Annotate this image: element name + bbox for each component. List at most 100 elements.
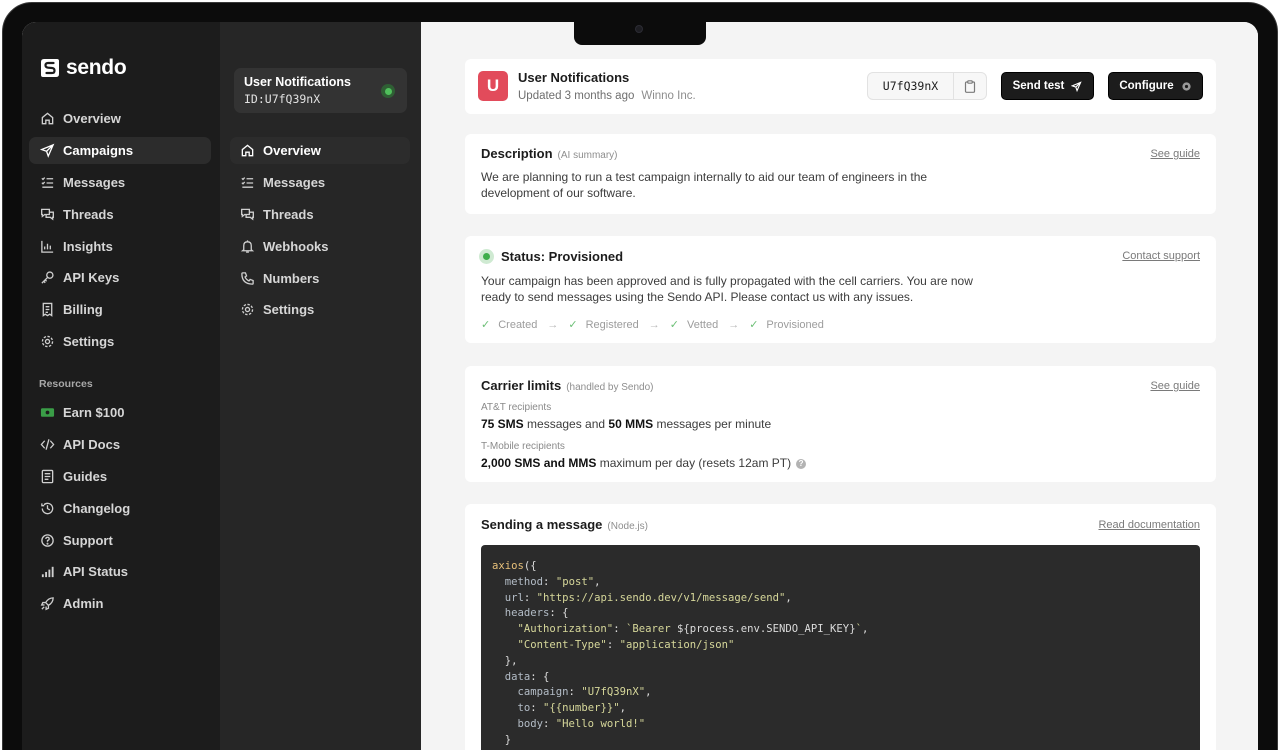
att-mms: 50 MMS xyxy=(608,417,654,431)
nav-threads[interactable]: Threads xyxy=(29,201,211,228)
code-token: axios xyxy=(492,560,524,572)
gear-icon xyxy=(1182,81,1191,91)
arrow-right-icon: → xyxy=(648,318,660,331)
step-registered: Registered xyxy=(585,318,639,331)
code-token: ({ xyxy=(523,560,537,572)
code-token: headers xyxy=(504,607,550,620)
configure-button[interactable]: Configure xyxy=(1108,72,1203,100)
resources-heading: Resources xyxy=(39,378,93,390)
ai-summary-tag: (AI summary) xyxy=(557,150,618,161)
step-vetted: Vetted xyxy=(687,318,719,331)
campaign-nav-messages[interactable]: Messages xyxy=(230,169,410,196)
nav-label: API Status xyxy=(63,564,129,580)
nav-label: Settings xyxy=(63,334,115,350)
main-content: U User Notifications Updated 3 months ag… xyxy=(421,22,1258,750)
copy-button[interactable] xyxy=(954,73,986,99)
nav-label: Billing xyxy=(63,302,103,318)
code-token: "application/json" xyxy=(619,638,735,651)
nav-admin[interactable]: Admin xyxy=(29,590,211,617)
read-documentation-link[interactable]: Read documentation xyxy=(1098,519,1200,531)
sendo-logo-icon xyxy=(41,59,59,77)
configure-label: Configure xyxy=(1119,80,1174,92)
signal-icon xyxy=(41,567,54,578)
nav-settings[interactable]: Settings xyxy=(29,328,211,355)
att-mid: messages and xyxy=(527,417,606,431)
description-line: We are planning to run a test campaign i… xyxy=(481,170,928,184)
nav-label: API Docs xyxy=(63,436,121,452)
home-icon xyxy=(241,144,254,157)
nav-label: Messages xyxy=(263,174,326,190)
camera-notch xyxy=(574,22,706,45)
att-limits: 75 SMS messages and 50 MMS messages per … xyxy=(481,417,771,431)
check-icon: ✓ xyxy=(669,319,679,331)
nav-support[interactable]: Support xyxy=(29,527,211,554)
contact-support-link[interactable]: Contact support xyxy=(1122,250,1200,262)
code-token: body xyxy=(517,717,544,730)
campaign-switcher[interactable]: User Notifications ID:U7fQ39nX xyxy=(234,68,407,113)
nav-label: Threads xyxy=(63,206,114,222)
description-line: development of our software. xyxy=(481,185,636,200)
help-icon[interactable]: ? xyxy=(796,458,807,469)
code-token: method xyxy=(504,575,544,588)
campaign-avatar: U xyxy=(478,71,508,101)
nav-label: Webhooks xyxy=(263,238,329,254)
nav-changelog[interactable]: Changelog xyxy=(29,495,211,522)
nav-label: API Keys xyxy=(63,270,120,286)
campaign-id-value[interactable]: U7fQ39nX xyxy=(868,73,954,99)
nav-billing[interactable]: Billing xyxy=(29,296,211,323)
nav-campaigns[interactable]: Campaigns xyxy=(29,136,211,164)
nav-api-status[interactable]: API Status xyxy=(29,558,211,585)
nav-guides[interactable]: Guides xyxy=(29,463,211,490)
campaign-nav-webhooks[interactable]: Webhooks xyxy=(230,233,410,260)
nav-messages[interactable]: Messages xyxy=(29,169,211,196)
arrow-right-icon: → xyxy=(728,318,740,331)
campaign-meta: Updated 3 months ago Winno Inc. xyxy=(518,90,696,102)
see-guide-link[interactable]: See guide xyxy=(1150,380,1200,392)
nav-label: Threads xyxy=(263,206,314,222)
sending-heading: Sending a message (Node.js) xyxy=(481,517,648,532)
nav-insights[interactable]: Insights xyxy=(29,233,211,260)
carrier-title: Carrier limits xyxy=(481,378,562,393)
tmobile-limits: 2,000 SMS and MMS maximum per day (reset… xyxy=(481,456,807,470)
nav-api-docs[interactable]: API Docs xyxy=(29,431,211,458)
nav-earn[interactable]: Earn $100 xyxy=(29,399,211,426)
clipboard-icon xyxy=(964,79,976,93)
nav-api-keys[interactable]: API Keys xyxy=(29,264,211,291)
nav-label: Messages xyxy=(63,174,126,190)
arrow-right-icon: → xyxy=(547,318,559,331)
status-indicator xyxy=(479,249,494,264)
campaign-nav-overview[interactable]: Overview xyxy=(230,137,410,164)
campaign-sidebar: User Notifications ID:U7fQ39nX Overview … xyxy=(220,22,421,750)
nav-overview[interactable]: Overview xyxy=(29,105,211,132)
check-icon: ✓ xyxy=(568,319,578,331)
campaign-title: User Notifications xyxy=(244,75,351,89)
help-icon xyxy=(41,533,54,547)
status-title: Status: Provisioned xyxy=(501,249,624,264)
campaign-nav-settings[interactable]: Settings xyxy=(230,296,410,323)
code-token: "Hello world!" xyxy=(555,717,646,730)
code-token: ` xyxy=(855,623,862,636)
code-icon xyxy=(40,439,55,450)
status-progress: ✓ Created → ✓ Registered → ✓ Vetted → ✓ Prov… xyxy=(481,318,824,332)
code-token: `Bearer xyxy=(625,623,677,636)
send-test-button[interactable]: Send test xyxy=(1001,72,1094,100)
carrier-heading: Carrier limits (handled by Sendo) xyxy=(481,378,654,393)
app-screen: sendo Overview Campaigns Messages Thread… xyxy=(22,22,1258,750)
campaign-nav-threads[interactable]: Threads xyxy=(230,201,410,228)
book-icon xyxy=(41,469,54,484)
nav-label: Campaigns xyxy=(63,142,134,158)
nav-label: Numbers xyxy=(263,270,320,286)
campaign-nav-numbers[interactable]: Numbers xyxy=(230,265,410,292)
send-icon xyxy=(1071,80,1083,92)
brand-logo[interactable]: sendo xyxy=(40,56,127,80)
tmobile-label: T-Mobile recipients xyxy=(481,441,565,452)
resources-nav: Earn $100 API Docs Guides Changelog Supp… xyxy=(29,399,211,622)
tmobile-bold: 2,000 SMS and MMS xyxy=(481,456,597,470)
att-sms: 75 SMS xyxy=(481,417,524,431)
code-snippet[interactable]: axios({ method: "post", url: "https://ap… xyxy=(481,545,1200,750)
home-icon xyxy=(41,112,54,125)
nodejs-tag: (Node.js) xyxy=(607,521,648,532)
see-guide-link[interactable]: See guide xyxy=(1150,148,1200,160)
description-text: We are planning to run a test campaign i… xyxy=(481,170,927,201)
carrier-limits-card: Carrier limits (handled by Sendo) See gui… xyxy=(465,366,1216,482)
